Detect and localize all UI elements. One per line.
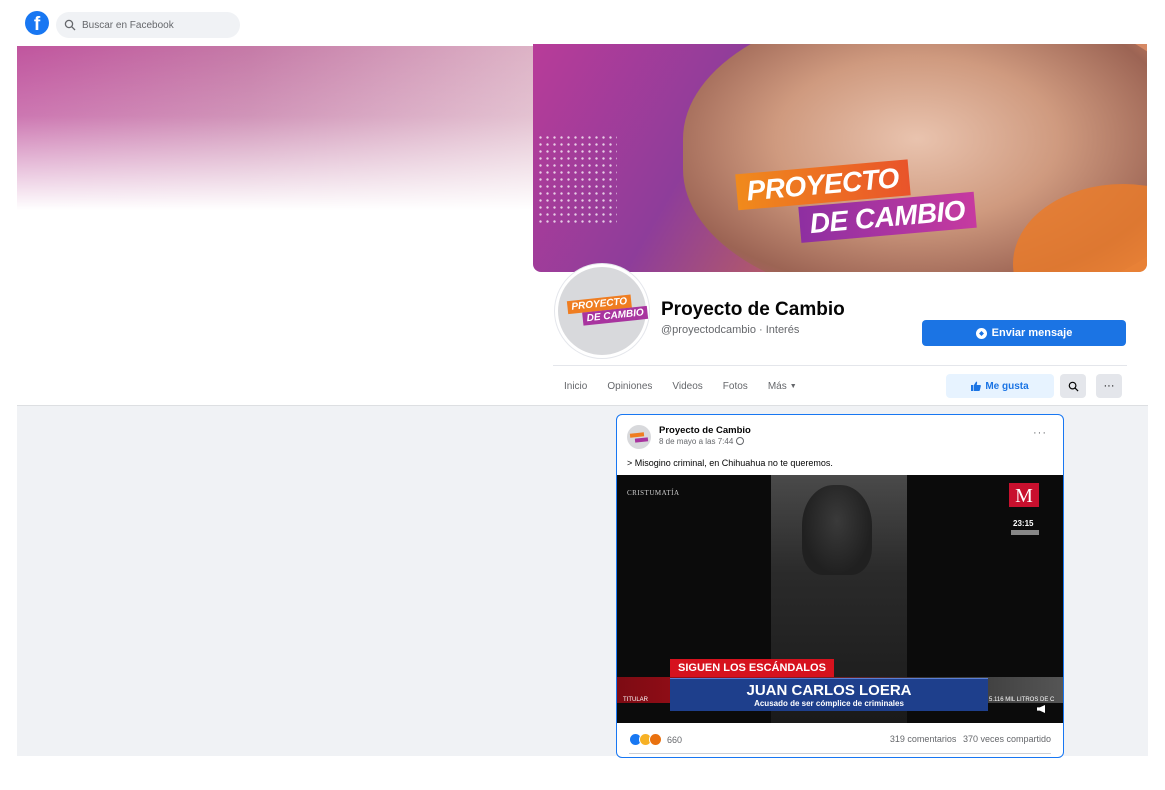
post-card: Proyecto de Cambio 8 de mayo a las 7:44 … bbox=[616, 414, 1064, 758]
shares-count[interactable]: 370 veces compartido bbox=[963, 734, 1051, 744]
post-stats: 319 comentarios 370 veces compartido bbox=[890, 734, 1051, 744]
send-message-button[interactable]: Enviar mensaje bbox=[922, 320, 1126, 346]
search-icon bbox=[64, 19, 76, 31]
like-page-button[interactable]: Me gusta bbox=[946, 374, 1054, 398]
facebook-logo-icon[interactable]: f bbox=[25, 11, 49, 35]
video-ticker-right: 5.116 MIL LITROS DE C bbox=[989, 697, 1055, 703]
search-box[interactable] bbox=[56, 12, 240, 38]
tab-fotos[interactable]: Fotos bbox=[723, 381, 748, 392]
more-options-button[interactable]: ··· bbox=[1096, 374, 1122, 398]
search-icon bbox=[1068, 381, 1079, 392]
cover-dot-pattern bbox=[537, 134, 617, 224]
volume-icon[interactable] bbox=[1037, 705, 1045, 713]
post-more-button[interactable]: ··· bbox=[1033, 427, 1047, 439]
thumbs-up-icon bbox=[971, 381, 982, 391]
video-headline-tag: SIGUEN LOS ESCÁNDALOS bbox=[670, 659, 834, 677]
post-author-avatar[interactable] bbox=[627, 425, 651, 449]
video-watermark: CRISTUMATÍA bbox=[627, 489, 680, 497]
profile-logo: PROYECTO DE CAMBIO bbox=[566, 293, 649, 327]
tab-videos[interactable]: Videos bbox=[672, 381, 702, 392]
cover-left-fade bbox=[17, 46, 533, 246]
video-person bbox=[802, 485, 872, 575]
video-headline-box: JUAN CARLOS LOERA Acusado de ser cómplic… bbox=[670, 678, 988, 711]
post-video[interactable]: CRISTUMATÍA M 23:15 TITULAR 5.116 MIL LI… bbox=[617, 475, 1063, 723]
post-text: > Misogino criminal, en Chihuahua no te … bbox=[627, 458, 833, 468]
video-headline-sub: Acusado de ser cómplice de criminales bbox=[754, 699, 904, 708]
messenger-icon bbox=[975, 327, 987, 339]
cover-photo[interactable]: PROYECTO DE CAMBIO bbox=[533, 44, 1147, 272]
send-message-label: Enviar mensaje bbox=[991, 327, 1073, 339]
post-timestamp[interactable]: 8 de mayo a las 7:44 bbox=[659, 437, 745, 446]
video-headline-name: JUAN CARLOS LOERA bbox=[746, 682, 912, 699]
page-title[interactable]: Proyecto de Cambio bbox=[661, 299, 845, 321]
tab-more-label: Más bbox=[767, 380, 787, 392]
profile-picture[interactable]: PROYECTO DE CAMBIO bbox=[555, 264, 649, 358]
angry-reaction-icon bbox=[649, 733, 662, 746]
like-page-label: Me gusta bbox=[985, 380, 1029, 392]
video-ticker-left: TITULAR bbox=[623, 697, 649, 703]
post-time-label: 8 de mayo a las 7:44 bbox=[659, 437, 734, 446]
tab-more[interactable]: Más ▼ bbox=[768, 381, 797, 392]
search-input[interactable] bbox=[80, 18, 234, 32]
footer-divider bbox=[629, 753, 1051, 754]
channel-tag bbox=[1011, 530, 1039, 535]
page-handle: @proyectodcambio · Interés bbox=[661, 324, 800, 336]
post-footer: 660 319 comentarios 370 veces compartido bbox=[617, 727, 1063, 755]
top-bar: f bbox=[0, 0, 1165, 46]
comments-count[interactable]: 319 comentarios bbox=[890, 734, 957, 744]
post-author-name[interactable]: Proyecto de Cambio bbox=[659, 425, 751, 436]
channel-time: 23:15 bbox=[1013, 519, 1034, 528]
more-dots-icon: ··· bbox=[1103, 380, 1115, 392]
page-search-button[interactable] bbox=[1060, 374, 1086, 398]
page-nav: Inicio Opiniones Videos Fotos Más ▼ bbox=[553, 368, 807, 404]
header-divider bbox=[553, 365, 1127, 366]
globe-icon bbox=[736, 437, 745, 445]
channel-logo: M bbox=[1009, 483, 1039, 507]
chevron-down-icon: ▼ bbox=[789, 382, 797, 390]
reactions-summary[interactable]: 660 bbox=[629, 733, 682, 746]
tab-opiniones[interactable]: Opiniones bbox=[607, 381, 652, 392]
tab-inicio[interactable]: Inicio bbox=[564, 381, 587, 392]
reactions-count: 660 bbox=[667, 734, 683, 745]
